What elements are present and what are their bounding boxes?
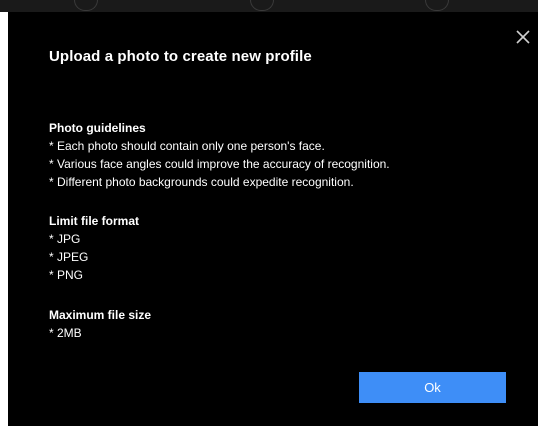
list-item: * Different photo backgrounds could expe…: [49, 175, 354, 189]
close-button[interactable]: [512, 26, 534, 48]
background-app-strip: [0, 0, 538, 12]
section-heading: Maximum file size: [49, 308, 152, 322]
list-item: * JPEG: [49, 250, 89, 264]
file-size-section: Maximum file size * 2MB: [49, 306, 151, 342]
faint-icon: [74, 0, 98, 11]
upload-photo-dialog: Upload a photo to create new profile Pho…: [8, 12, 538, 426]
faint-icon: [250, 0, 274, 11]
list-item: * 2MB: [49, 326, 82, 340]
list-item: * JPG: [49, 232, 81, 246]
dialog-title: Upload a photo to create new profile: [49, 48, 312, 65]
section-heading: Limit file format: [49, 214, 140, 228]
list-item: * PNG: [49, 268, 84, 282]
file-format-section: Limit file format * JPG * JPEG * PNG: [49, 212, 139, 284]
list-item: * Each photo should contain only one per…: [49, 139, 325, 153]
faint-icon: [425, 0, 449, 11]
ok-button[interactable]: Ok: [359, 372, 506, 403]
list-item: * Various face angles could improve the …: [49, 157, 390, 171]
close-icon: [516, 30, 530, 44]
photo-guidelines-section: Photo guidelines * Each photo should con…: [49, 119, 390, 191]
section-heading: Photo guidelines: [49, 121, 146, 135]
